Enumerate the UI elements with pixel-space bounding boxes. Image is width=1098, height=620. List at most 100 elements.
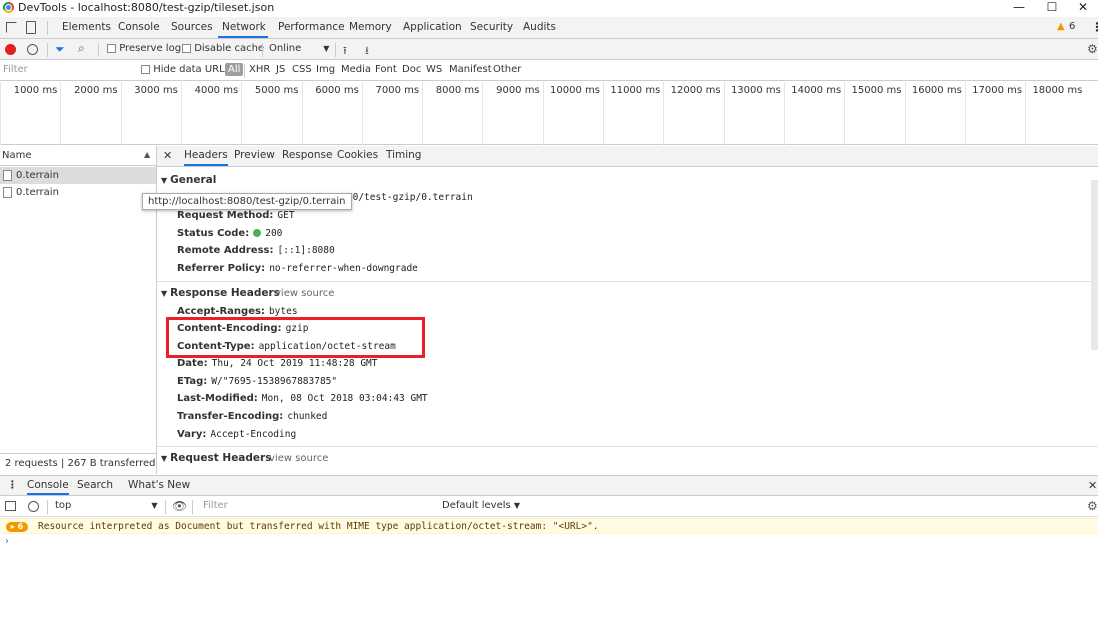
filter-type-js[interactable]: JS: [276, 64, 285, 75]
close-window-button[interactable]: ✕: [1068, 0, 1098, 16]
expand-triangle-icon: ▼: [161, 454, 168, 463]
tab-elements[interactable]: Elements: [62, 17, 111, 38]
record-icon[interactable]: [5, 44, 16, 55]
minimize-button[interactable]: —: [1004, 0, 1034, 16]
console-prompt[interactable]: ›: [5, 536, 9, 547]
network-summary: 2 requests | 267 B transferred | (: [0, 453, 156, 474]
request-row[interactable]: 0.terrain: [0, 184, 156, 201]
filter-type-ws[interactable]: WS: [426, 64, 442, 75]
timeline-tick: 18000 ms: [1025, 82, 1085, 145]
context-select[interactable]: top ▼: [55, 500, 158, 511]
clear-icon[interactable]: [27, 44, 38, 55]
tab-preview[interactable]: Preview: [234, 149, 275, 161]
name-column-header[interactable]: Name: [2, 150, 32, 161]
tab-search[interactable]: Search: [77, 479, 113, 491]
tab-headers[interactable]: Headers: [184, 149, 228, 166]
hide-data-urls-checkbox[interactable]: Hide data URLs: [141, 64, 230, 75]
timeline-tick-label: 18000 ms: [1032, 85, 1083, 96]
timeline-tick-label: 7000 ms: [375, 85, 420, 96]
close-detail-icon[interactable]: ✕: [163, 149, 172, 162]
filter-funnel-icon[interactable]: ⏷: [55, 42, 65, 57]
timeline-tick-label: 15000 ms: [851, 85, 902, 96]
filter-type-doc[interactable]: Doc: [402, 64, 421, 75]
devtools-tab-bar: Elements Console Sources Network Perform…: [0, 17, 1098, 39]
timeline-tick: 4000 ms: [180, 82, 241, 145]
drawer-menu-icon[interactable]: ⋮: [7, 479, 18, 491]
request-row[interactable]: 0.terrain: [0, 167, 156, 184]
header-value: 200: [265, 228, 283, 239]
filter-type-manifest[interactable]: Manifest: [449, 64, 492, 75]
disable-cache-checkbox[interactable]: Disable cache: [182, 43, 264, 54]
close-drawer-icon[interactable]: ✕: [1088, 479, 1097, 492]
console-filter-input[interactable]: Filter: [203, 500, 228, 511]
console-settings-gear-icon[interactable]: ⚙: [1087, 499, 1098, 513]
tab-security[interactable]: Security: [470, 17, 513, 38]
warning-count-badge[interactable]: ▸ 6: [6, 522, 28, 532]
console-toolbar: top ▼ 👁 Filter Default levels ▼ ⚙: [0, 496, 1098, 517]
view-source-link[interactable]: view source: [269, 453, 328, 464]
tab-console-drawer[interactable]: Console: [27, 479, 69, 495]
eye-icon[interactable]: 👁: [172, 499, 187, 513]
filter-type-all[interactable]: All: [225, 63, 244, 76]
header-value: Thu, 24 Oct 2019 11:48:28 GMT: [211, 358, 378, 369]
filter-type-xhr[interactable]: XHR: [249, 64, 270, 75]
throttling-select[interactable]: Online ▼: [269, 43, 329, 54]
filter-type-font[interactable]: Font: [375, 64, 397, 75]
timeline-tick: 10000 ms: [542, 82, 603, 145]
expand-triangle-icon: ▼: [161, 289, 168, 298]
tab-audits[interactable]: Audits: [523, 17, 556, 38]
export-har-icon[interactable]: ⭳: [365, 42, 369, 61]
tab-response[interactable]: Response: [282, 149, 332, 161]
tab-sources[interactable]: Sources: [171, 17, 213, 38]
import-har-icon[interactable]: ⭱: [343, 42, 347, 61]
timeline-tick-label: 9000 ms: [496, 85, 540, 96]
tab-cookies[interactable]: Cookies: [337, 149, 378, 161]
timeline-tick: 11000 ms: [603, 82, 663, 145]
divider: [98, 43, 99, 57]
detail-scrollbar[interactable]: [1091, 180, 1098, 350]
search-icon[interactable]: ⌕: [78, 41, 85, 56]
detail-tab-bar: ✕ Headers Preview Response Cookies Timin…: [157, 146, 1098, 167]
more-menu-icon[interactable]: ⋮: [1091, 20, 1098, 34]
header-value: GET: [277, 210, 295, 221]
inspect-element-icon[interactable]: [6, 22, 17, 33]
sidebar-toggle-icon[interactable]: [5, 501, 16, 511]
response-headers-section-header[interactable]: ▼ Response Headers: [161, 287, 280, 299]
response-headers-title: Response Headers: [170, 287, 280, 299]
network-toolbar: ⏷ ⌕ Preserve log Disable cache Online ▼ ⭱…: [0, 39, 1098, 60]
filter-type-other[interactable]: Other: [493, 64, 521, 75]
timeline-tick-label: 5000 ms: [254, 85, 299, 96]
timeline-tick-label: 3000 ms: [134, 85, 178, 96]
tab-application[interactable]: Application: [403, 17, 462, 38]
device-toolbar-icon[interactable]: [26, 21, 36, 34]
warning-triangle-icon[interactable]: ▲: [1057, 21, 1065, 32]
filter-type-css[interactable]: CSS: [292, 64, 312, 75]
timeline-overview[interactable]: 1000 ms 2000 ms 3000 ms 4000 ms 5000 ms 6000 …: [0, 82, 1098, 145]
warnings-count[interactable]: 6: [1069, 21, 1075, 32]
tab-timing[interactable]: Timing: [386, 149, 421, 161]
preserve-log-checkbox[interactable]: Preserve log: [107, 43, 181, 54]
request-headers-section-header[interactable]: ▼ Request Headers: [161, 452, 271, 464]
general-section-header[interactable]: ▼ General: [161, 174, 216, 186]
timeline-tick-label: 16000 ms: [911, 85, 962, 96]
timeline-tick: 12000 ms: [663, 82, 723, 145]
view-source-link[interactable]: view source: [275, 288, 334, 299]
filter-input[interactable]: Filter: [3, 64, 28, 75]
maximize-button[interactable]: ☐: [1037, 0, 1067, 16]
tab-memory[interactable]: Memory: [349, 17, 392, 38]
timeline-tick-label: 17000 ms: [972, 85, 1023, 96]
filter-type-media[interactable]: Media: [341, 64, 371, 75]
header-value: [::1]:8080: [277, 245, 335, 256]
clear-console-icon[interactable]: [28, 501, 39, 512]
filter-bar: Filter Hide data URLs All XHR JS CSS Img…: [0, 60, 1098, 81]
log-levels-select[interactable]: Default levels ▼: [442, 500, 520, 511]
header-key: Accept-Ranges:: [177, 306, 265, 317]
settings-gear-icon[interactable]: ⚙: [1087, 42, 1098, 56]
tab-whats-new[interactable]: What's New: [128, 479, 190, 491]
request-list-header[interactable]: Name ▲: [0, 146, 156, 166]
tab-network[interactable]: Network: [218, 17, 268, 38]
tab-console[interactable]: Console: [118, 17, 160, 38]
timeline-tick-label: 6000 ms: [315, 85, 359, 96]
tab-performance[interactable]: Performance: [278, 17, 345, 38]
filter-type-img[interactable]: Img: [316, 64, 335, 75]
